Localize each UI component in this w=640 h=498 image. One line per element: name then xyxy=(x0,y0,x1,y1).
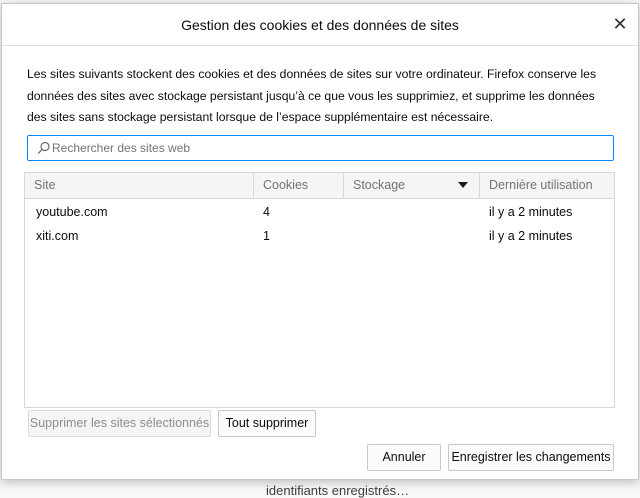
cell-site: youtube.com xyxy=(36,205,108,219)
remove-all-button[interactable]: Tout supprimer xyxy=(218,410,316,437)
cell-cookies: 4 xyxy=(263,205,270,219)
column-header-cookies[interactable]: Cookies xyxy=(253,173,343,198)
table-row[interactable]: youtube.com 4 il y a 2 minutes xyxy=(25,200,614,224)
column-header-storage-label: Stockage xyxy=(353,178,406,192)
search-input[interactable] xyxy=(52,136,607,160)
column-header-site[interactable]: Site xyxy=(25,173,253,198)
search-field[interactable] xyxy=(27,135,614,161)
close-icon[interactable]: ✕ xyxy=(610,14,630,34)
remove-selected-button[interactable]: Supprimer les sites sélectionnés xyxy=(28,410,211,437)
cancel-button[interactable]: Annuler xyxy=(367,444,441,471)
column-header-last-used[interactable]: Dernière utilisation xyxy=(479,173,614,198)
sites-table: Site Cookies Stockage Dernière utilisati… xyxy=(24,172,615,408)
sort-descending-icon xyxy=(458,182,468,188)
background-saved-logins-text: identifiants enregistrés… xyxy=(266,483,410,498)
search-icon xyxy=(37,141,50,154)
cookies-dialog: Gestion des cookies et des données de si… xyxy=(1,3,639,480)
table-header: Site Cookies Stockage Dernière utilisati… xyxy=(25,173,614,199)
dialog-title-bar: Gestion des cookies et des données de si… xyxy=(2,4,638,46)
cell-cookies: 1 xyxy=(263,229,270,243)
table-row[interactable]: xiti.com 1 il y a 2 minutes xyxy=(25,224,614,248)
dialog-title: Gestion des cookies et des données de si… xyxy=(181,17,459,33)
dialog-description: Les sites suivants stockent des cookies … xyxy=(27,67,597,124)
cell-last-used: il y a 2 minutes xyxy=(489,229,573,243)
cell-site: xiti.com xyxy=(36,229,79,243)
save-changes-button[interactable]: Enregistrer les changements xyxy=(448,444,614,471)
cell-last-used: il y a 2 minutes xyxy=(489,205,573,219)
